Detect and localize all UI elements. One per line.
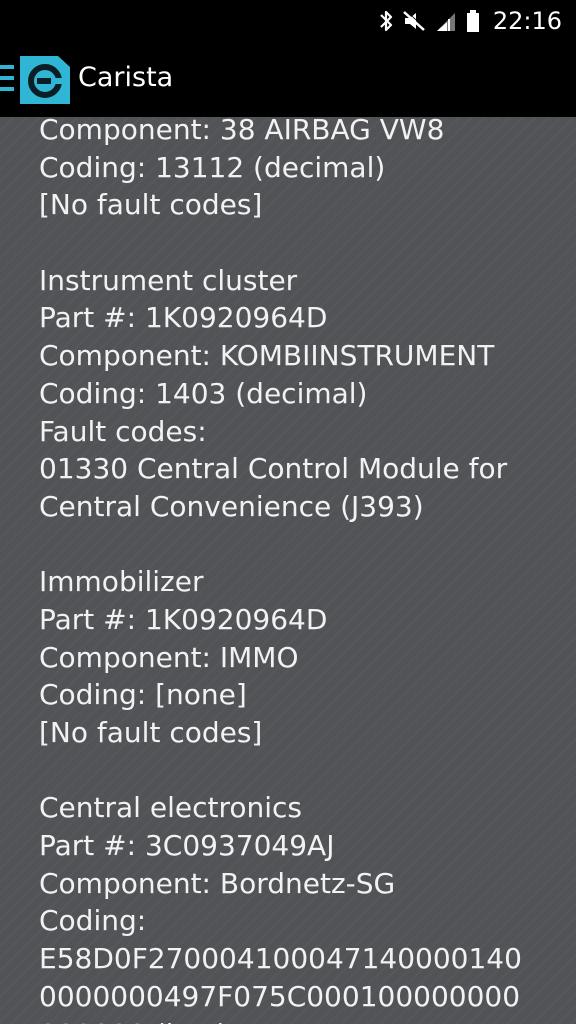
report-line: Part #: 1K0920964D bbox=[39, 602, 328, 636]
report-line: Coding: [none] bbox=[39, 678, 247, 712]
report-line: Central electronics bbox=[39, 791, 302, 825]
carista-logo-icon[interactable] bbox=[18, 54, 72, 106]
battery-icon bbox=[466, 10, 479, 32]
report-line: Coding: bbox=[39, 904, 147, 938]
report-line: 0000000497F075C000100000000 bbox=[39, 979, 521, 1013]
report-line: Part #: 3C0937049AJ bbox=[39, 829, 335, 863]
bluetooth-icon bbox=[380, 10, 392, 32]
report-line: Central Convenience (J393) bbox=[39, 489, 424, 523]
report-line: E58D0F27000410004714000014​0 bbox=[39, 942, 522, 976]
status-icons: 22:16 bbox=[379, 6, 562, 36]
report-line: 01330 Central Control Module for bbox=[39, 452, 508, 486]
report-line: Component: 38 AIRBAG VW8 bbox=[39, 117, 445, 146]
mute-icon bbox=[402, 10, 426, 31]
report-line: Coding: 1403 (decimal) bbox=[39, 376, 368, 410]
report-line: Immobilizer bbox=[39, 565, 204, 599]
menu-icon[interactable] bbox=[0, 65, 14, 91]
report-line: Component: KOMBIINSTRUMENT bbox=[39, 339, 495, 373]
report-line: Instrument cluster bbox=[39, 263, 298, 297]
status-bar: 22:16 bbox=[0, 0, 576, 42]
report-line: 000000 (hex) bbox=[39, 1016, 564, 1024]
report-line: Fault codes: bbox=[39, 414, 207, 448]
report-text: Component: 38 AIRBAG VW8 Coding: 13112 (d… bbox=[39, 117, 564, 1024]
app-title: Carista bbox=[78, 62, 174, 93]
clock: 22:16 bbox=[492, 7, 562, 35]
report-line: [No fault codes] bbox=[39, 188, 263, 222]
vehicle-report[interactable]: Component: 38 AIRBAG VW8 Coding: 13112 (d… bbox=[0, 117, 576, 1024]
report-line bbox=[39, 224, 564, 262]
report-line: Component: IMMO bbox=[39, 640, 299, 674]
report-line bbox=[39, 752, 564, 790]
report-line bbox=[39, 526, 564, 564]
action-bar: Carista bbox=[0, 42, 576, 117]
report-line: [No fault codes] bbox=[39, 716, 263, 749]
report-line: Part #: 1K0920964D bbox=[39, 301, 328, 335]
report-line: Coding: 13112 (decimal) bbox=[39, 150, 386, 184]
signal-icon bbox=[436, 13, 455, 31]
report-line: Component: Bordnetz-SG bbox=[39, 866, 396, 900]
